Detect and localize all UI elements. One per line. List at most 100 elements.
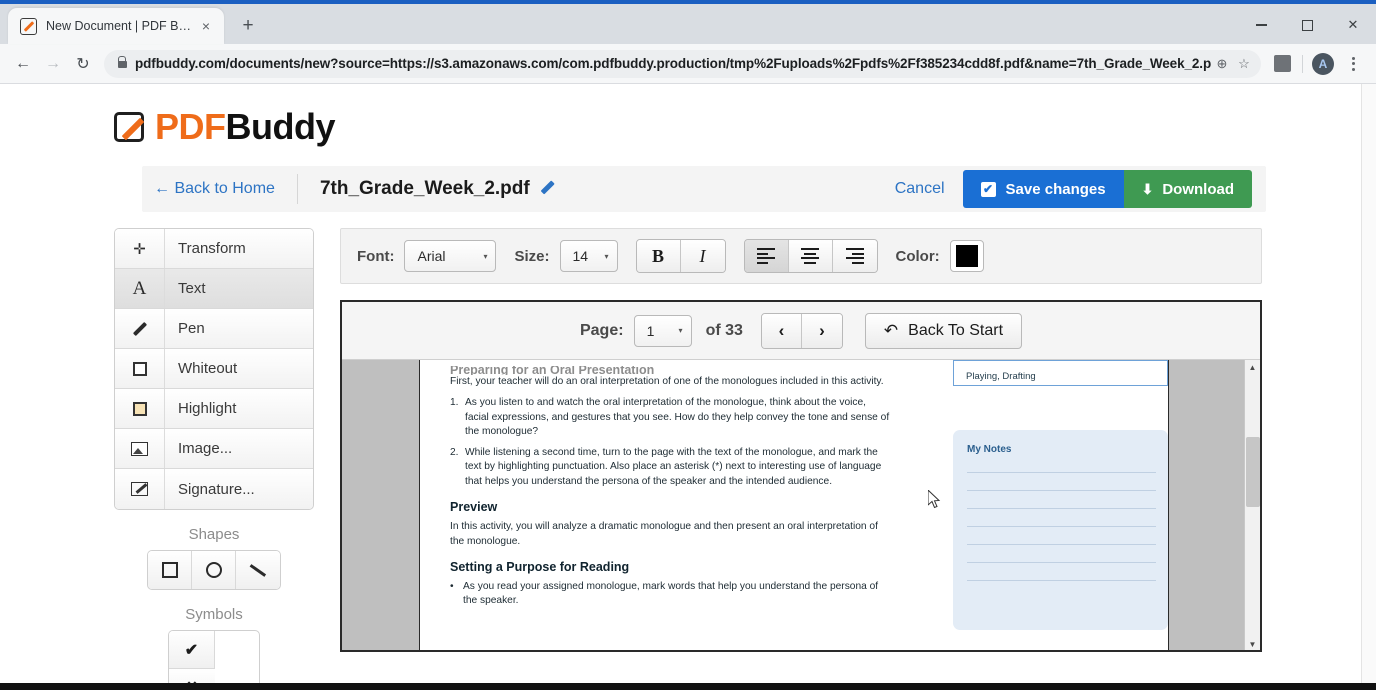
close-window-button[interactable]: ✕	[1330, 8, 1376, 42]
prev-page-button[interactable]: ‹	[761, 313, 802, 348]
tool-signature-label: Signature...	[178, 480, 255, 498]
circle-shape-button[interactable]	[192, 551, 236, 589]
maximize-window-button[interactable]	[1284, 8, 1330, 42]
align-center-icon	[801, 247, 819, 265]
back-to-start-label: Back To Start	[908, 321, 1004, 339]
align-left-button[interactable]	[744, 240, 789, 272]
pdf-bullet-list: • As you read your assigned monologue, m…	[450, 580, 890, 609]
back-to-home-link[interactable]: ← Back to Home	[142, 174, 298, 204]
page-vertical-scrollbar[interactable]	[1361, 84, 1376, 690]
scrollbar-thumb[interactable]	[1245, 437, 1260, 507]
close-tab-icon[interactable]: ×	[196, 16, 216, 36]
tool-text[interactable]: A Text	[115, 269, 313, 309]
scroll-up-icon[interactable]: ▲	[1244, 360, 1260, 375]
document-title-text: 7th_Grade_Week_2.pdf	[319, 178, 530, 199]
square-shape-icon	[161, 562, 178, 578]
save-changes-button[interactable]: ✔ Save changes	[962, 170, 1124, 208]
line-shape-button[interactable]	[236, 551, 280, 589]
list-text: As you read your assigned monologue, mar…	[463, 580, 879, 607]
zoom-icon[interactable]: ⊕	[1211, 53, 1233, 75]
tab-title: New Document | PDF Buddy	[46, 19, 196, 33]
editor-pane: Font: Arial ▾ Size: 14 ▾ B I Color: Page…	[340, 228, 1376, 690]
address-bar[interactable]: pdfbuddy.com/documents/new?source=https:…	[104, 49, 1261, 78]
pdf-right-margin	[1168, 360, 1244, 650]
white-square-icon	[115, 349, 165, 388]
tool-whiteout[interactable]: Whiteout	[115, 349, 313, 389]
letter-a-icon: A	[115, 269, 165, 308]
note-rule-line	[967, 526, 1156, 527]
note-rule-line	[967, 490, 1156, 491]
move-arrows-icon: ✛	[115, 229, 165, 268]
bold-button[interactable]: B	[636, 240, 681, 272]
page-arrows-group: ‹ ›	[760, 312, 843, 349]
new-tab-button[interactable]: +	[234, 12, 262, 40]
pdf-purpose-heading: Setting a Purpose for Reading	[450, 560, 630, 575]
pdf-vertical-scrollbar[interactable]: ▲ ▼	[1244, 360, 1261, 650]
back-button[interactable]: ←	[8, 49, 38, 79]
tool-image[interactable]: Image...	[115, 429, 313, 469]
checkmark-symbol-button[interactable]: ✔	[169, 631, 215, 669]
chevron-down-icon: ▾	[483, 251, 488, 261]
next-page-button[interactable]: ›	[801, 313, 842, 348]
pdf-numbered-list: 1. As you listen to and watch the oral i…	[450, 396, 890, 489]
lock-icon	[118, 56, 127, 68]
yellow-square-icon	[115, 389, 165, 428]
tool-highlight[interactable]: Highlight	[115, 389, 313, 429]
shapes-heading: Shapes	[188, 526, 240, 543]
size-select[interactable]: 14 ▾	[559, 240, 618, 272]
font-select[interactable]: Arial ▾	[404, 240, 497, 272]
bookmark-star-icon[interactable]: ☆	[1233, 53, 1255, 75]
pdf-extension-icon[interactable]	[1267, 49, 1297, 79]
forward-button[interactable]: →	[38, 49, 68, 79]
window-controls: ✕	[1238, 8, 1376, 42]
minimize-window-button[interactable]	[1238, 8, 1284, 42]
size-value: 14	[572, 248, 589, 264]
color-picker-button[interactable]	[949, 240, 984, 272]
font-value: Arial	[417, 248, 446, 264]
tool-pen[interactable]: Pen	[115, 309, 313, 349]
kebab-menu-icon	[1351, 56, 1355, 71]
document-title: 7th_Grade_Week_2.pdf	[320, 178, 555, 200]
rename-pencil-icon[interactable]	[540, 180, 555, 195]
shapes-group	[147, 550, 281, 590]
color-label: Color:	[895, 247, 940, 265]
pdf-page-canvas[interactable]: Preparing for an Oral Presentation First…	[342, 360, 1261, 650]
list-text: As you listen to and watch the oral inte…	[465, 397, 890, 438]
align-left-icon	[757, 247, 775, 265]
square-shape-button[interactable]	[148, 551, 192, 589]
browser-window: New Document | PDF Buddy × + ✕ ← → ↻ pdf…	[0, 0, 1376, 690]
pdf-left-margin	[342, 360, 420, 650]
align-right-button[interactable]	[832, 240, 877, 272]
browser-tab[interactable]: New Document | PDF Buddy ×	[8, 8, 224, 44]
list-item: • As you read your assigned monologue, m…	[450, 580, 890, 609]
pen-icon	[115, 309, 165, 348]
page-select[interactable]: 1 ▾	[633, 314, 692, 347]
italic-button[interactable]: I	[680, 240, 725, 272]
tool-text-label: Text	[178, 280, 206, 297]
cancel-button[interactable]: Cancel	[895, 180, 945, 198]
align-center-button[interactable]	[788, 240, 833, 272]
list-number: 1.	[450, 397, 459, 409]
scroll-down-icon[interactable]: ▼	[1244, 637, 1260, 650]
download-button[interactable]: ⬇ Download	[1123, 170, 1252, 208]
url-text: pdfbuddy.com/documents/new?source=https:…	[135, 56, 1211, 71]
pdf-side-column: Playing, Drafting My Notes	[953, 360, 1168, 650]
pdfbuddy-logo[interactable]: PDF Buddy	[114, 106, 1376, 148]
tool-signature[interactable]: Signature...	[115, 469, 313, 509]
page-content: PDF Buddy ← Back to Home 7th_Grade_Week_…	[0, 84, 1376, 690]
scrollbar-track[interactable]	[1245, 375, 1261, 637]
symbols-row: ✔ ✖	[114, 630, 314, 690]
pdf-column: First, your teacher will do an oral inte…	[450, 375, 890, 609]
list-item: 2. While listening a second time, turn t…	[450, 446, 890, 489]
browser-menu-button[interactable]	[1338, 49, 1368, 79]
pdf-extension-glyph	[1273, 55, 1291, 72]
tool-transform[interactable]: ✛ Transform	[115, 229, 313, 269]
tool-list: ✛ Transform A Text Pen Whiteout Highligh…	[114, 228, 314, 510]
back-to-start-button[interactable]: ↶ Back To Start	[864, 312, 1023, 349]
reload-button[interactable]: ↻	[68, 49, 98, 79]
undo-arrow-icon: ↶	[883, 320, 899, 340]
pdf-edit-favicon-icon	[20, 17, 37, 35]
browser-titlebar: New Document | PDF Buddy × + ✕	[0, 0, 1376, 44]
profile-avatar[interactable]: A	[1308, 49, 1338, 79]
list-number: 2.	[450, 446, 459, 458]
